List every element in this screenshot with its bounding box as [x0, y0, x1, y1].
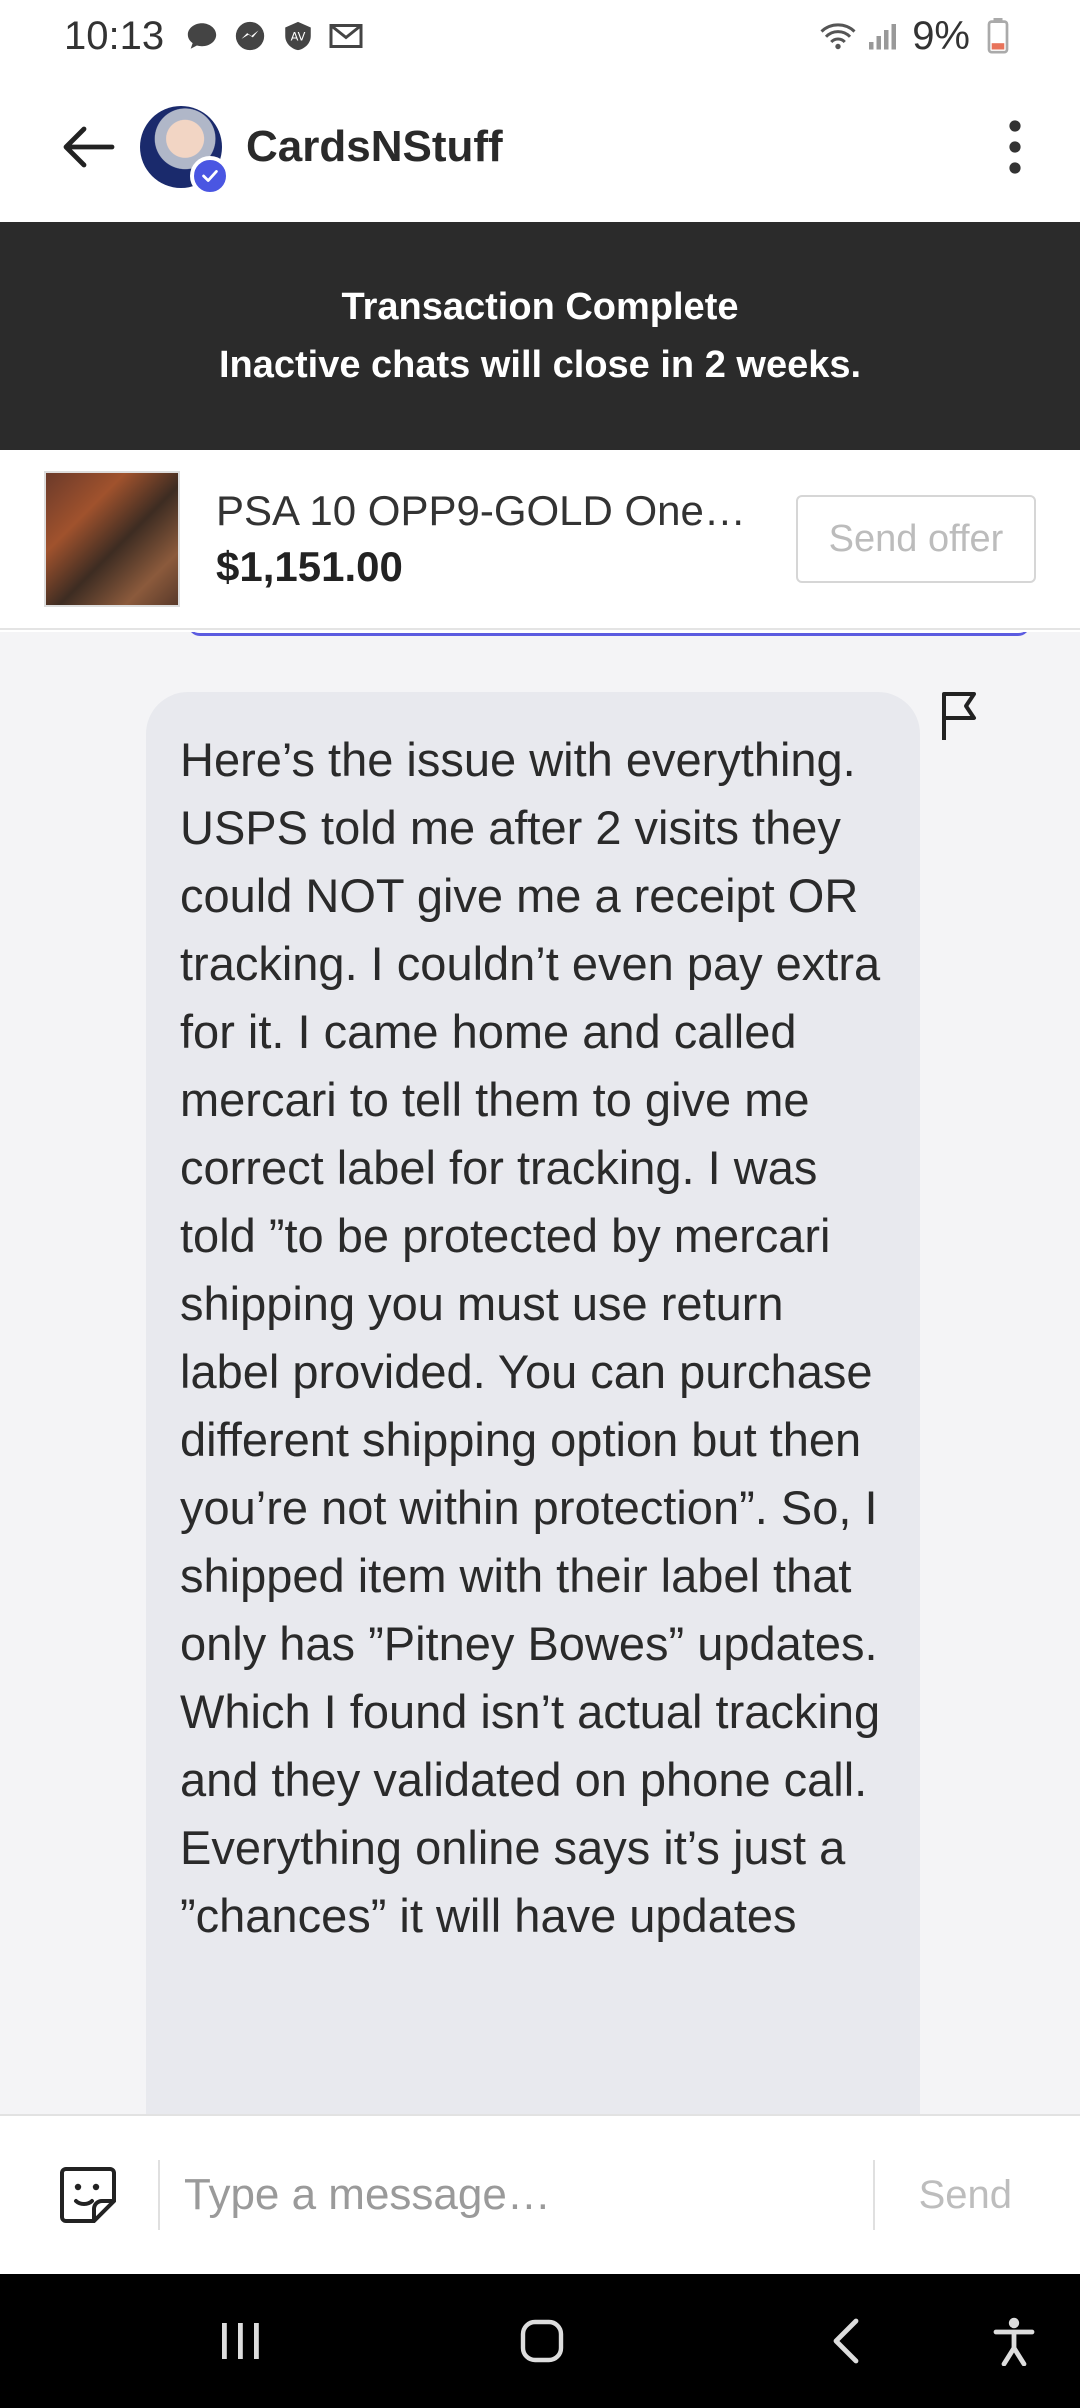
transaction-banner: Transaction Complete Inactive chats will…: [0, 222, 1080, 450]
report-button[interactable]: [940, 690, 990, 750]
item-thumbnail[interactable]: [44, 471, 180, 607]
messenger-icon: [232, 18, 268, 54]
recents-icon: [222, 2323, 259, 2359]
sticker-button[interactable]: [56, 2163, 120, 2227]
system-nav-bar: [0, 2274, 1080, 2408]
message-text: Here’s the issue with everything. USPS t…: [180, 733, 881, 1942]
item-summary[interactable]: PSA 10 OPP9-GOLD One… $1,151.00 Send off…: [0, 450, 1080, 630]
seller-avatar-wrap[interactable]: [140, 106, 230, 196]
home-button[interactable]: [502, 2304, 582, 2378]
status-bar: 10:13 AV 9%: [0, 0, 1080, 72]
recents-button[interactable]: [200, 2304, 280, 2378]
flag-icon: [942, 692, 976, 740]
more-vertical-icon: [1009, 120, 1021, 174]
item-title: PSA 10 OPP9-GOLD One…: [216, 487, 746, 534]
status-right: 9%: [820, 14, 1016, 59]
nav-back-icon: [833, 2318, 859, 2364]
verified-icon: [190, 156, 230, 196]
status-time: 10:13: [64, 13, 165, 58]
home-icon: [520, 2319, 564, 2363]
sticker-icon: [60, 2167, 116, 2223]
wifi-icon: [820, 18, 856, 54]
accessibility-button[interactable]: [974, 2304, 1054, 2378]
message-input[interactable]: [184, 2155, 849, 2235]
send-button[interactable]: Send: [919, 2173, 1012, 2218]
item-info: PSA 10 OPP9-GOLD One… $1,151.00: [216, 487, 776, 591]
accessibility-icon: [993, 2317, 1035, 2366]
seller-name[interactable]: CardsNStuff: [246, 122, 503, 172]
signal-icon: [866, 18, 902, 54]
status-left: 10:13 AV: [64, 14, 364, 59]
av-shield-icon: AV: [280, 18, 316, 54]
svg-text:AV: AV: [291, 29, 306, 43]
chat-header: CardsNStuff: [0, 72, 1080, 222]
banner-subtitle: Inactive chats will close in 2 weeks.: [218, 344, 862, 386]
composer-divider: [158, 2160, 160, 2230]
back-button[interactable]: [56, 115, 120, 179]
battery-icon: [980, 18, 1016, 54]
send-offer-button[interactable]: Send offer: [796, 495, 1036, 583]
message-composer: Send: [0, 2114, 1080, 2274]
more-options-button[interactable]: [990, 115, 1040, 179]
screen: 10:13 AV 9% CardsNStuff Transaction Comp…: [0, 0, 1080, 2408]
nav-back-button[interactable]: [806, 2304, 886, 2378]
chat-notification-icon: [184, 18, 220, 54]
back-arrow-icon: [63, 126, 115, 168]
chat-messages[interactable]: Here’s the issue with everything. USPS t…: [0, 632, 1080, 2114]
battery-percent: 9%: [912, 13, 970, 58]
item-price: $1,151.00: [216, 543, 403, 590]
composer-divider-right: [872, 2160, 875, 2230]
gmail-icon: [328, 18, 364, 54]
message-bubble: Here’s the issue with everything. USPS t…: [146, 692, 920, 2114]
banner-title: Transaction Complete: [341, 286, 739, 328]
previous-message-bubble: [188, 632, 1030, 636]
